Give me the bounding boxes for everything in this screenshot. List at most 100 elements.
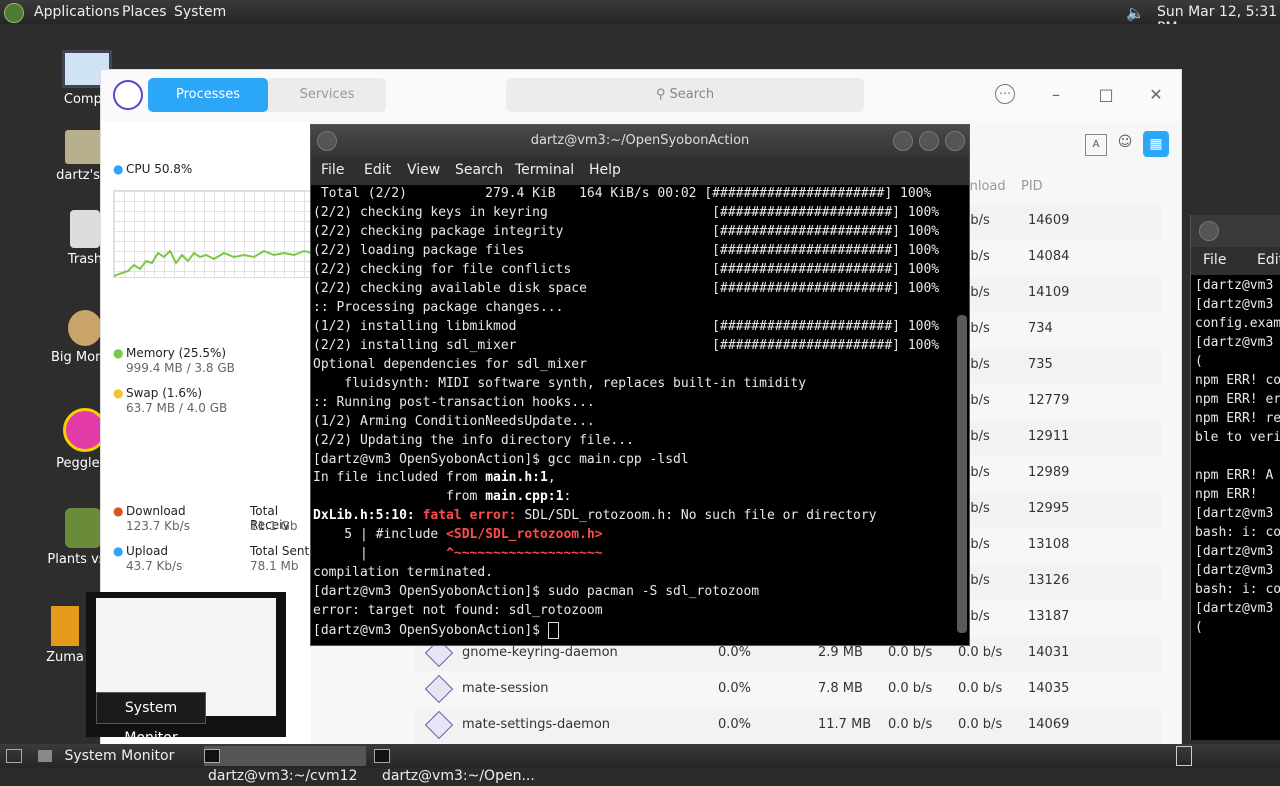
monitor-icon (38, 750, 52, 762)
minimize-button[interactable] (893, 131, 913, 151)
cpu-graph-line (113, 249, 313, 277)
active-processes-icon[interactable]: A (1085, 134, 1107, 156)
terminal-line: Total (2/2) 279.4 KiB 164 KiB/s 00:02 [#… (313, 186, 932, 201)
include-file: main.cpp:1 (485, 489, 564, 504)
column-pid[interactable]: PID (1021, 179, 1043, 194)
terminal-icon (204, 749, 220, 763)
terminal2-menu-icon[interactable] (1199, 221, 1219, 241)
terminal-line: :: Processing package changes... (313, 300, 564, 315)
desktop-icon-label: Trash (67, 252, 103, 267)
process-pid: 12911 (1028, 429, 1070, 444)
menu-file[interactable]: File (321, 162, 344, 178)
close-button[interactable] (945, 131, 965, 151)
terminal-window-2: File Edit [dartz@vm3 [dartz@vm3 config.exa… (1190, 215, 1280, 740)
terminal2-line: ( (1195, 620, 1203, 635)
table-row[interactable]: mate-settings-daemon 0.0% 11.7 MB 0.0 b/… (415, 709, 1161, 743)
system-menu[interactable]: System (174, 4, 226, 20)
process-pid: 13126 (1028, 573, 1070, 588)
search-placeholder: Search (669, 87, 715, 102)
user-processes-icon[interactable]: ☺ (1115, 134, 1135, 154)
terminal-line: (2/2) checking for file conflicts [#####… (313, 262, 940, 277)
terminal-icon (374, 749, 390, 763)
process-cpu: 0.0% (718, 681, 752, 696)
source-line: 5 | #include <SDL/SDL_rotozoom.h> (313, 527, 602, 546)
terminal2-line: bash: i: co (1195, 582, 1280, 597)
terminal2-line: [dartz@vm3 (1195, 278, 1274, 293)
places-menu[interactable]: Places (122, 4, 167, 20)
memory-label: Memory (25.5%) (126, 346, 227, 360)
process-pid: 14084 (1028, 249, 1070, 264)
process-memory: 2.9 MB (818, 645, 863, 660)
process-download: 0.0 b/s (958, 681, 1003, 696)
caret-marker: ^~~~~~~~~~~~~~~~~~~~ (446, 546, 603, 561)
upload-value: 43.7 Kb/s (126, 559, 183, 573)
minimize-button[interactable]: – (1045, 84, 1067, 106)
error-message: SDL/SDL_rotozoom.h: No such file or dire… (524, 508, 877, 523)
cpu-label: CPU 50.8% (126, 162, 193, 176)
menu-search[interactable]: Search (455, 162, 503, 178)
table-row[interactable]: mate-session 0.0% 7.8 MB 0.0 b/s 0.0 b/s… (415, 673, 1161, 707)
process-pid: 734 (1028, 321, 1053, 336)
search-input[interactable]: ⚲ Search (506, 78, 864, 112)
process-pid: 735 (1028, 357, 1053, 372)
terminal2-line: bash: i: co (1195, 525, 1280, 540)
more-options-icon[interactable]: ⋯ (995, 84, 1015, 104)
terminal-output[interactable]: Total (2/2) 279.4 KiB 164 KiB/s 00:02 [#… (313, 185, 953, 643)
include-file: main.h:1 (485, 470, 548, 485)
menu-help[interactable]: Help (589, 162, 621, 178)
top-panel: Applications Places System 🔈 Sun Mar 12,… (0, 0, 1280, 36)
prompt-line[interactable]: [dartz@vm3 OpenSyobonAction]$ (313, 622, 559, 641)
terminal2-menu-edit[interactable]: Edit (1257, 252, 1280, 268)
taskbar-item-terminal-open[interactable]: dartz@vm3:~/Open... (374, 746, 540, 784)
terminal-menu-icon[interactable] (317, 131, 337, 151)
process-memory: 11.7 MB (818, 717, 872, 732)
tab-bar: Processes Services (148, 78, 386, 112)
maximize-button[interactable] (919, 131, 939, 151)
terminal-line: (2/2) checking package integrity [######… (313, 224, 940, 239)
volume-icon[interactable]: 🔈 (1126, 4, 1145, 22)
from-prefix: from (313, 489, 486, 504)
terminal-line: [dartz@vm3 OpenSyobonAction]$ gcc main.c… (313, 452, 689, 467)
upload-label: Upload (126, 544, 169, 558)
process-cpu: 0.0% (718, 645, 752, 660)
include-from-line: from main.cpp:1: (313, 489, 571, 508)
terminal2-menu-file[interactable]: File (1203, 252, 1226, 268)
cursor (547, 622, 559, 639)
taskbar-item-system-monitor[interactable]: System Monitor (38, 746, 198, 766)
cpu-dot-icon: ● (113, 162, 124, 176)
prompt: [dartz@vm3 OpenSyobonAction]$ (313, 623, 548, 638)
terminal2-line: [dartz@vm3 (1195, 506, 1274, 521)
workspace-switcher[interactable] (1176, 746, 1192, 766)
taskbar-item-terminal-cvm12[interactable]: dartz@vm3:~/cvm12 (204, 746, 366, 784)
tab-services[interactable]: Services (268, 78, 386, 112)
tab-processes[interactable]: Processes (148, 78, 268, 112)
close-button[interactable]: ✕ (1145, 84, 1167, 106)
mate-logo-icon[interactable] (4, 3, 24, 23)
terminal-scrollbar[interactable] (957, 315, 967, 633)
menu-terminal[interactable]: Terminal (515, 162, 574, 178)
zuma-icon (51, 606, 79, 646)
menu-edit[interactable]: Edit (364, 162, 391, 178)
applications-menu[interactable]: Applications (34, 4, 120, 20)
terminal-title: dartz@vm3:~/OpenSyobonAction (530, 133, 750, 148)
terminal-menubar: File Edit View Search Terminal Help (311, 157, 969, 185)
terminal2-line: [dartz@vm3 (1195, 601, 1274, 616)
window-preview[interactable]: System Monitor (86, 592, 286, 746)
terminal-line: error: target not found: sdl_rotozoom (313, 603, 603, 618)
maximize-button[interactable]: □ (1095, 84, 1117, 106)
process-pid: 14609 (1028, 213, 1070, 228)
terminal-line: (2/2) Updating the info directory file..… (313, 433, 634, 448)
process-name: mate-settings-daemon (462, 717, 611, 732)
process-name: gnome-keyring-daemon (462, 645, 618, 660)
process-cpu: 0.0% (718, 717, 752, 732)
process-pid: 14069 (1028, 717, 1070, 732)
bottom-panel: System Monitor dartz@vm3:~/cvm12 dartz@v… (0, 744, 1280, 784)
process-upload: 0.0 b/s (888, 645, 933, 660)
all-processes-icon[interactable]: ▦ (1143, 131, 1169, 157)
terminal2-menubar: File Edit (1191, 247, 1280, 275)
menu-view[interactable]: View (407, 162, 440, 178)
swap-dot-icon: ● (113, 386, 124, 400)
terminal-line: (2/2) checking available disk space [###… (313, 281, 940, 296)
show-desktop-icon[interactable] (6, 749, 22, 763)
desktop-icon-label: Zuma (46, 650, 84, 665)
